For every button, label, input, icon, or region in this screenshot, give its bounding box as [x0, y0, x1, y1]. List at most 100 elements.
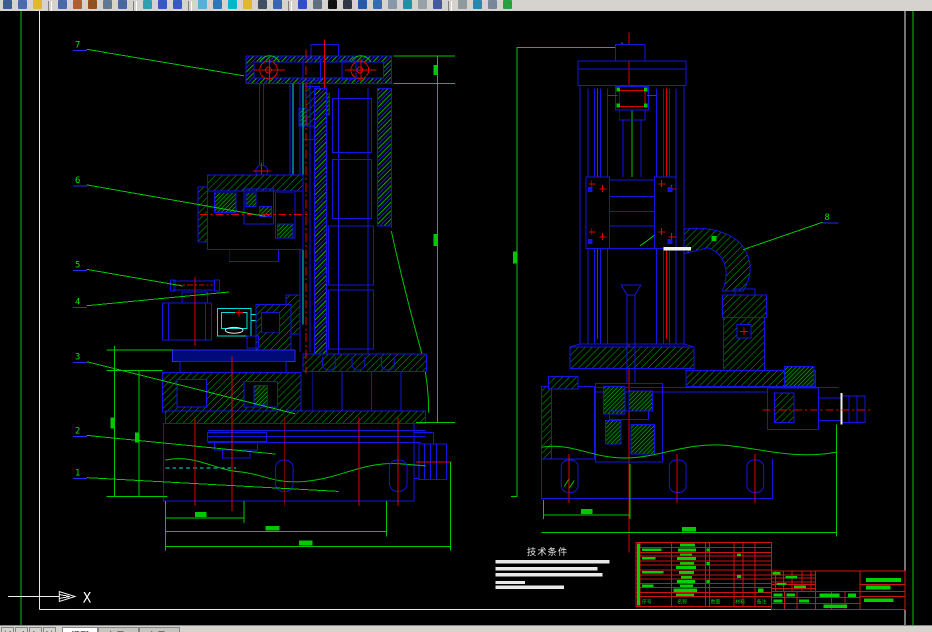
- active-assistance-icon[interactable]: [501, 0, 514, 10]
- open-icon[interactable]: [16, 0, 29, 10]
- tab-nav-prev-button[interactable]: ◀: [15, 627, 28, 632]
- new-icon[interactable]: [1, 0, 14, 10]
- zoom-realtime-icon: [213, 0, 222, 9]
- hand-icon[interactable]: [401, 0, 414, 10]
- match-properties-icon: [143, 0, 152, 9]
- render-icon: [473, 0, 482, 9]
- plot-preview-icon[interactable]: [71, 0, 84, 10]
- ucs-x-label: X: [83, 590, 92, 606]
- help-icon: [458, 0, 467, 9]
- properties-icon[interactable]: [486, 0, 499, 10]
- pan-realtime-icon: [198, 0, 207, 9]
- render-icon[interactable]: [471, 0, 484, 10]
- linetype-icon: [343, 0, 352, 9]
- gearbox: [197, 174, 308, 263]
- svg-text:名称: 名称: [677, 598, 687, 605]
- clamp-column: [721, 288, 768, 372]
- tab-nav-next-button[interactable]: ▶: [29, 627, 42, 632]
- layout-tab-bar: |◀ ◀ ▶ ▶| 模型 布局1 布局2: [0, 625, 932, 632]
- ruler-icon: [418, 0, 427, 9]
- bom-table: 序号 名称 数量 材料 备注: [635, 541, 773, 607]
- spelling-icon: [88, 0, 97, 9]
- svg-text:7: 7: [75, 40, 80, 50]
- layer-previous-icon: [313, 0, 322, 9]
- toolbar-separator: [188, 1, 192, 11]
- temporary-point-icon[interactable]: [256, 0, 269, 10]
- front-view: [106, 39, 456, 551]
- zoom-previous-icon[interactable]: [241, 0, 254, 10]
- callout-8: 8: [742, 213, 839, 251]
- hand-icon: [403, 0, 412, 9]
- svg-text:材料: 材料: [735, 598, 745, 605]
- plot-preview-icon: [73, 0, 82, 9]
- grid-icon[interactable]: [431, 0, 444, 10]
- active-assistance-icon: [503, 0, 512, 9]
- svg-text:数量: 数量: [711, 598, 721, 605]
- properties-icon: [488, 0, 497, 9]
- grid-icon: [433, 0, 442, 9]
- sheet-icon[interactable]: [386, 0, 399, 10]
- sheet-icon: [388, 0, 397, 9]
- undo-icon[interactable]: [156, 0, 169, 10]
- new-icon: [3, 0, 12, 9]
- toolbar-separator: [133, 1, 137, 11]
- tab-layout1[interactable]: 布局1: [98, 627, 140, 632]
- motor-assembly: [161, 277, 220, 346]
- svg-text:备注: 备注: [757, 598, 767, 605]
- tab-nav-first-button[interactable]: |◀: [1, 627, 14, 632]
- open-icon: [18, 0, 27, 9]
- title-block: [771, 570, 906, 610]
- table-icon[interactable]: [371, 0, 384, 10]
- match-properties-icon[interactable]: [141, 0, 154, 10]
- zoom-realtime-icon[interactable]: [211, 0, 224, 10]
- svg-text:1: 1: [75, 469, 80, 479]
- layer-previous-icon[interactable]: [311, 0, 324, 10]
- paste-icon: [273, 0, 282, 9]
- redo-icon[interactable]: [171, 0, 184, 10]
- callout-7: 7: [73, 40, 245, 77]
- cut-icon[interactable]: [101, 0, 114, 10]
- svg-text:4: 4: [75, 298, 80, 308]
- color-control-icon[interactable]: [326, 0, 339, 10]
- tab-layout2[interactable]: 布局2: [139, 627, 181, 632]
- clamp-block: [216, 304, 292, 351]
- layers-icon: [298, 0, 307, 9]
- cad-window: 7 6 5 4 3 2 1 8 技术条件 序号 名称 数量 材料 备注 X: [0, 0, 932, 632]
- undo-icon: [158, 0, 167, 9]
- tech-conditions-title: 技术条件: [527, 546, 568, 558]
- tab-model[interactable]: 模型: [62, 627, 99, 632]
- text-style-icon[interactable]: [356, 0, 369, 10]
- temporary-point-icon: [258, 0, 267, 9]
- layers-icon[interactable]: [296, 0, 309, 10]
- top-beam: [245, 39, 392, 91]
- side-view: [511, 32, 873, 553]
- toolbar-separator: [48, 1, 52, 11]
- toolbar-separator: [448, 1, 452, 11]
- zoom-window-icon[interactable]: [226, 0, 239, 10]
- tech-conditions: 技术条件: [495, 546, 610, 590]
- linetype-icon[interactable]: [341, 0, 354, 10]
- tab-nav-last-button[interactable]: ▶|: [43, 627, 56, 632]
- toolbar-separator: [288, 1, 292, 11]
- svg-text:8: 8: [825, 213, 830, 223]
- plot-icon: [58, 0, 67, 9]
- plot-icon[interactable]: [56, 0, 69, 10]
- table-icon: [373, 0, 382, 9]
- svg-text:3: 3: [75, 353, 80, 363]
- svg-text:2: 2: [75, 426, 80, 436]
- ruler-icon[interactable]: [416, 0, 429, 10]
- help-icon[interactable]: [456, 0, 469, 10]
- text-style-icon: [358, 0, 367, 9]
- drawing-canvas[interactable]: 7 6 5 4 3 2 1 8 技术条件 序号 名称 数量 材料 备注 X: [0, 11, 932, 625]
- copy-icon: [118, 0, 127, 9]
- copy-icon[interactable]: [116, 0, 129, 10]
- pan-realtime-icon[interactable]: [196, 0, 209, 10]
- svg-text:5: 5: [75, 260, 80, 270]
- callout-5: 5: [73, 260, 184, 287]
- paste-icon[interactable]: [271, 0, 284, 10]
- spelling-icon[interactable]: [86, 0, 99, 10]
- save-icon[interactable]: [31, 0, 44, 10]
- svg-text:6: 6: [75, 176, 80, 186]
- column: [302, 88, 430, 413]
- save-icon: [33, 0, 42, 9]
